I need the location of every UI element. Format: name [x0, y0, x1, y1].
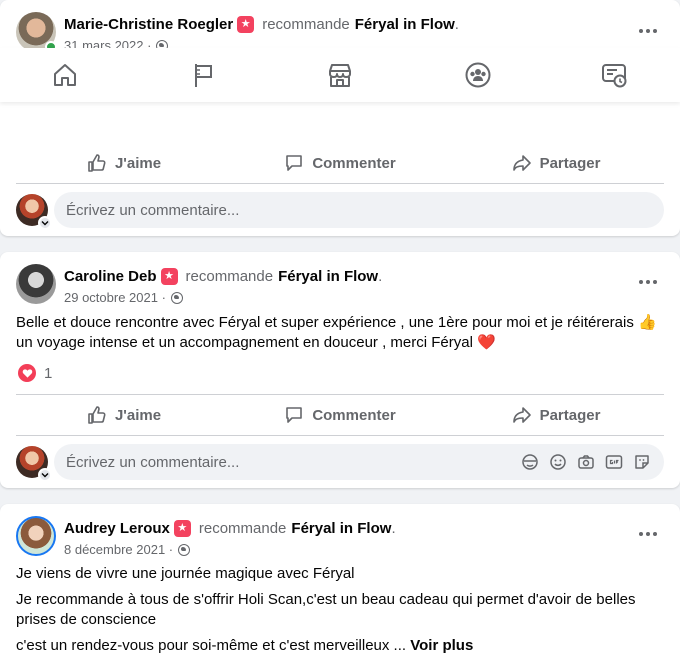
- post-card: Audrey Leroux ★ recommande Féryal in Flo…: [0, 504, 680, 664]
- divider: [16, 183, 664, 184]
- more-options-button[interactable]: [630, 19, 666, 43]
- thumbs-up-emoji: 👍: [638, 314, 657, 331]
- share-icon: [512, 155, 531, 171]
- comment-label: Commenter: [312, 154, 396, 172]
- author-avatar[interactable]: [16, 516, 56, 556]
- nav-tab-groups[interactable]: [461, 59, 495, 91]
- top-navigation-bar: [0, 48, 680, 102]
- recommend-label: recommande: [185, 268, 274, 285]
- share-button[interactable]: Partager: [448, 397, 664, 433]
- recommend-icon: ★: [237, 16, 255, 33]
- nav-tab-pages[interactable]: [186, 59, 220, 91]
- reaction-summary[interactable]: 1: [18, 364, 52, 382]
- page-name-link[interactable]: Féryal in Flow: [278, 267, 378, 286]
- page-name-link[interactable]: Féryal in Flow: [355, 15, 455, 34]
- comment-input[interactable]: Écrivez un commentaire...: [54, 444, 664, 480]
- comment-input[interactable]: Écrivez un commentaire...: [54, 192, 664, 228]
- recommend-icon: ★: [160, 268, 178, 285]
- divider: [16, 435, 664, 436]
- author-name[interactable]: Marie-Christine Roegler: [64, 15, 233, 34]
- comment-composer: Écrivez un commentaire...: [16, 444, 664, 482]
- heart-emoji: ❤️: [477, 334, 496, 351]
- share-button[interactable]: Partager: [448, 145, 664, 181]
- author-name[interactable]: Audrey Leroux: [64, 519, 170, 538]
- post-meta: Caroline Deb ★ recommande Féryal in Flow…: [64, 267, 383, 305]
- author-name[interactable]: Caroline Deb: [64, 267, 157, 286]
- sticker-icon[interactable]: [632, 452, 652, 472]
- comment-button[interactable]: Commenter: [232, 145, 448, 181]
- globe-icon: [170, 291, 183, 304]
- post-meta: Marie-Christine Roegler ★ recommande Fér…: [64, 15, 459, 53]
- comment-composer: Écrivez un commentaire...: [16, 192, 664, 230]
- like-button[interactable]: J'aime: [16, 397, 232, 433]
- flag-icon: [195, 64, 212, 87]
- comment-label: Commenter: [312, 406, 396, 424]
- post-paragraph: Je recommande à tous de s'offrir Holi Sc…: [16, 591, 636, 628]
- post-text-line: Belle et douce rencontre avec Féryal et …: [16, 314, 634, 331]
- recommend-icon: ★: [173, 520, 191, 537]
- post-actions: J'aime Commenter Partager: [16, 145, 664, 181]
- recommend-label: recommande: [262, 16, 350, 33]
- thumbs-up-icon: [88, 154, 106, 172]
- post-text: Je viens de vivre une journée magique av…: [16, 564, 664, 662]
- like-label: J'aime: [114, 406, 162, 424]
- recommend-label: recommande: [198, 520, 287, 537]
- more-options-button[interactable]: [630, 522, 666, 546]
- see-more-link[interactable]: Voir plus: [410, 637, 473, 654]
- post-text: Belle et douce rencontre avec Féryal et …: [16, 313, 664, 353]
- divider: [16, 394, 664, 395]
- post-actions: J'aime Commenter Partager: [16, 397, 664, 433]
- author-avatar[interactable]: [16, 12, 57, 53]
- reaction-count: 1: [44, 364, 53, 382]
- my-avatar[interactable]: [16, 194, 52, 230]
- my-avatar[interactable]: [16, 446, 52, 482]
- love-reaction-icon: [18, 364, 36, 382]
- comment-tools: [520, 452, 652, 472]
- like-button[interactable]: J'aime: [16, 145, 232, 181]
- thumbs-up-icon: [88, 406, 106, 424]
- gaming-icon: [602, 64, 627, 88]
- page-name-link[interactable]: Féryal in Flow: [291, 519, 391, 538]
- more-options-button[interactable]: [630, 270, 666, 294]
- comment-placeholder: Écrivez un commentaire...: [66, 453, 240, 471]
- post-paragraph: Je viens de vivre une journée magique av…: [16, 565, 355, 582]
- post-card: Marie-Christine Roegler ★ recommande Fér…: [0, 0, 680, 236]
- marketplace-icon: [329, 64, 351, 87]
- post-card: Caroline Deb ★ recommande Féryal in Flow…: [0, 252, 680, 488]
- globe-icon: [178, 543, 191, 556]
- comment-button[interactable]: Commenter: [232, 397, 448, 433]
- groups-icon: [465, 62, 491, 88]
- gif-icon[interactable]: [604, 452, 624, 472]
- post-date[interactable]: 8 décembre 2021 ·: [64, 542, 173, 557]
- comment-icon: [286, 407, 303, 423]
- avatar-sticker-icon[interactable]: [520, 452, 540, 472]
- share-icon: [512, 407, 531, 423]
- nav-tab-home[interactable]: [48, 59, 82, 91]
- like-label: J'aime: [114, 154, 162, 172]
- home-icon: [54, 64, 76, 86]
- post-header: Audrey Leroux ★ recommande Féryal in Flo…: [16, 516, 664, 560]
- comment-icon: [286, 155, 303, 171]
- emoji-icon[interactable]: [548, 452, 568, 472]
- chevron-down-icon[interactable]: [38, 216, 52, 230]
- comment-placeholder: Écrivez un commentaire...: [66, 201, 240, 219]
- share-label: Partager: [539, 406, 601, 424]
- post-meta: Audrey Leroux ★ recommande Féryal in Flo…: [64, 519, 396, 557]
- post-paragraph: c'est un rendez-vous pour soi-même et c'…: [16, 637, 407, 654]
- share-label: Partager: [539, 154, 601, 172]
- post-text-line: un voyage intense et un accompagnement e…: [16, 334, 473, 351]
- post-header: Caroline Deb ★ recommande Féryal in Flow…: [16, 264, 664, 308]
- camera-icon[interactable]: [576, 452, 596, 472]
- author-avatar[interactable]: [16, 264, 56, 304]
- chevron-down-icon[interactable]: [38, 468, 52, 482]
- nav-tab-gaming[interactable]: [597, 59, 631, 91]
- nav-tab-marketplace[interactable]: [323, 59, 357, 91]
- post-date[interactable]: 29 octobre 2021 ·: [64, 290, 166, 305]
